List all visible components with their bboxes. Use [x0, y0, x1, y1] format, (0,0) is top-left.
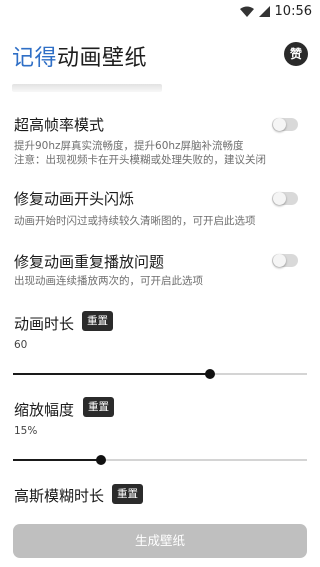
- settings-list[interactable]: 超高帧率模式 提升90hz屏真实流畅度，提升60hz屏脑补流畅度 注意：出现视频…: [0, 84, 320, 512]
- duration-slider[interactable]: [13, 366, 307, 382]
- high-refresh-title: 超高帧率模式: [14, 116, 105, 134]
- status-bar: 10:56: [0, 0, 320, 22]
- slider-fill: [13, 459, 102, 461]
- blur-reset-button[interactable]: 重置: [112, 484, 143, 504]
- fix-flicker-desc: 动画开始时闪过或持续较久清晰图的，可开启此选项: [14, 215, 256, 227]
- signal-icon: [258, 2, 270, 21]
- generate-wallpaper-button[interactable]: 生成壁纸: [13, 524, 307, 558]
- app-title-accent: 记得: [12, 46, 58, 71]
- status-time: 10:56: [274, 4, 312, 19]
- scale-value: 15%: [14, 425, 38, 437]
- fix-repeat-toggle[interactable]: [272, 254, 298, 267]
- app-bar: 记得动画壁纸 赞: [0, 32, 320, 78]
- status-right: 10:56: [239, 2, 312, 21]
- donate-button[interactable]: 赞: [284, 42, 308, 66]
- scale-slider[interactable]: [13, 452, 307, 468]
- fix-repeat-title: 修复动画重复播放问题: [14, 253, 165, 271]
- app-title-rest: 动画壁纸: [57, 46, 148, 71]
- fix-flicker-toggle[interactable]: [272, 192, 298, 205]
- fix-flicker-title: 修复动画开头闪烁: [14, 190, 135, 208]
- wifi-icon: [239, 2, 254, 21]
- high-refresh-desc-1: 提升90hz屏真实流畅度，提升60hz屏脑补流畅度: [14, 140, 244, 152]
- app-title: 记得动画壁纸: [12, 40, 147, 72]
- slider-thumb[interactable]: [96, 455, 107, 465]
- blur-title: 高斯模糊时长: [14, 487, 105, 505]
- scale-title: 缩放幅度: [14, 401, 75, 419]
- toggle-knob: [273, 254, 286, 267]
- slider-fill: [13, 373, 210, 375]
- duration-title: 动画时长: [14, 315, 75, 333]
- slider-thumb[interactable]: [204, 369, 215, 379]
- scale-reset-button[interactable]: 重置: [83, 397, 114, 417]
- high-refresh-desc-2: 注意：出现视频卡在开头模糊或处理失败的，建议关闭: [14, 154, 266, 166]
- high-refresh-toggle[interactable]: [272, 118, 298, 131]
- fix-repeat-desc: 出现动画连续播放两次的，可开启此选项: [14, 275, 203, 287]
- duration-value: 60: [14, 339, 28, 351]
- toggle-knob: [273, 192, 286, 205]
- duration-reset-button[interactable]: 重置: [82, 311, 113, 331]
- scrolled-out-text: [12, 84, 162, 92]
- bottom-area: 生成壁纸: [0, 512, 320, 567]
- toggle-knob: [273, 118, 286, 131]
